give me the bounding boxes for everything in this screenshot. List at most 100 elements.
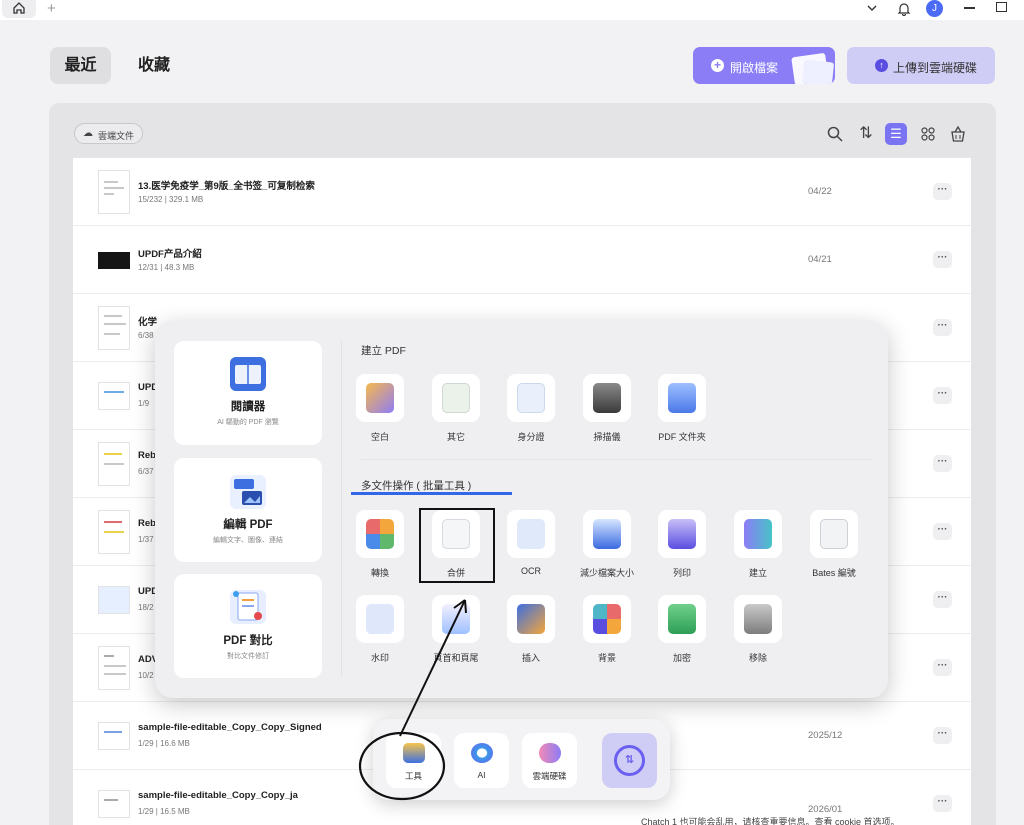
- encrypt-label: 加密: [672, 653, 691, 663]
- maximize-icon[interactable]: [996, 2, 1007, 12]
- file-meta: 12/31 | 48.3 MB: [138, 263, 195, 272]
- edit-pdf-title: 編輯 PDF: [223, 519, 273, 531]
- encrypt-tile[interactable]: [658, 595, 706, 643]
- file-thumbnail: [98, 510, 130, 554]
- tab-favorites[interactable]: 收藏: [124, 47, 184, 84]
- convert-tile[interactable]: [356, 510, 404, 558]
- bell-icon[interactable]: [897, 1, 911, 19]
- other-label: 其它: [446, 432, 465, 442]
- pdf-folder-label: PDF 文件夾: [658, 432, 706, 442]
- file-row[interactable]: 13.医学免疫学_第9版_全书签_可复制检索 15/232 | 329.1 MB…: [73, 158, 971, 226]
- upload-cloud-button[interactable]: ↑ 上傳到雲端硬碟: [847, 47, 995, 84]
- background-tile[interactable]: [583, 595, 631, 643]
- search-icon[interactable]: [824, 123, 846, 145]
- more-options-button[interactable]: ···: [933, 387, 952, 404]
- remove-label: 移除: [748, 653, 767, 663]
- file-date: 2025/12: [808, 730, 843, 741]
- cloud-docs-label: 雲端文件: [98, 131, 135, 141]
- sort-icon[interactable]: ⇅: [855, 123, 877, 145]
- file-date: 04/21: [808, 254, 832, 265]
- other-files-icon: [442, 383, 470, 413]
- edit-pdf-card[interactable]: 編輯 PDF 編輯文字、圖像、連結: [174, 458, 322, 562]
- sync-dock-button[interactable]: ⇅: [602, 733, 657, 788]
- file-thumbnail: [98, 306, 130, 350]
- tools-dock-button[interactable]: 工具: [386, 733, 441, 788]
- tab-recent[interactable]: 最近: [50, 47, 111, 84]
- basket-icon[interactable]: [947, 123, 969, 145]
- file-row[interactable]: UPDF产品介紹 12/31 | 48.3 MB 04/21 ···: [73, 226, 971, 294]
- more-options-button[interactable]: ···: [933, 591, 952, 608]
- file-meta: 15/232 | 329.1 MB: [138, 195, 204, 204]
- more-options-button[interactable]: ···: [933, 659, 952, 676]
- bates-numbering-icon: [820, 519, 848, 549]
- file-meta: 6/38: [138, 331, 154, 340]
- file-meta: 1/29 | 16.6 MB: [138, 739, 190, 748]
- more-options-button[interactable]: ···: [933, 523, 952, 540]
- home-tab[interactable]: [2, 0, 36, 18]
- merge-highlight-box: [419, 508, 495, 583]
- header-footer-icon: [442, 604, 470, 634]
- ocr-tile[interactable]: [507, 510, 555, 558]
- more-options-button[interactable]: ···: [933, 319, 952, 336]
- lock-icon: [668, 604, 696, 634]
- grid-view-icon[interactable]: [917, 123, 939, 145]
- cloud-docs-filter[interactable]: ☁ 雲端文件: [74, 123, 143, 144]
- edit-text-icon: [230, 475, 266, 509]
- more-options-button[interactable]: ···: [933, 183, 952, 200]
- blank-pdf-tile[interactable]: [356, 374, 404, 422]
- watermark-tile[interactable]: [356, 595, 404, 643]
- more-options-button[interactable]: ···: [933, 727, 952, 744]
- new-tab-plus-icon[interactable]: +: [47, 1, 56, 16]
- insert-label: 插入: [521, 653, 540, 663]
- ai-dock-button[interactable]: AI: [454, 733, 509, 788]
- create-batch-tile[interactable]: [734, 510, 782, 558]
- chevron-down-icon[interactable]: [866, 2, 878, 17]
- other-tile[interactable]: [432, 374, 480, 422]
- compress-tile[interactable]: [583, 510, 631, 558]
- file-name: sample-file-editable_Copy_Copy_Signed: [138, 722, 322, 733]
- trash-icon: [744, 604, 772, 634]
- compress-label: 減少檔案大小: [579, 568, 634, 578]
- pdf-folder-tile[interactable]: [658, 374, 706, 422]
- ocr-icon: [517, 519, 545, 549]
- file-thumbnail: [98, 646, 130, 690]
- reader-card[interactable]: 閱讀器 AI 驅動的 PDF 瀏覽: [174, 341, 322, 445]
- user-avatar[interactable]: J: [926, 0, 943, 17]
- file-name: 化学: [138, 317, 158, 328]
- scanner-label: 掃描儀: [593, 432, 621, 442]
- print-tile[interactable]: [658, 510, 706, 558]
- id-card-icon: [517, 383, 545, 413]
- footer-note: Chatch 1 也可能会乱用，请核查重要信息。查看 cookie 首选项。: [641, 817, 900, 825]
- list-view-icon[interactable]: ☰: [885, 123, 907, 145]
- header-footer-tile[interactable]: [432, 595, 480, 643]
- background-icon: [593, 604, 621, 634]
- scanner-icon: [593, 383, 621, 413]
- pdf-compare-card[interactable]: PDF 對比 對比文件修訂: [174, 574, 322, 678]
- popup-divider: [341, 341, 342, 677]
- cloud-dock-button[interactable]: 雲端硬碟: [522, 733, 577, 788]
- reader-title: 閱讀器: [230, 401, 266, 413]
- file-meta: 6/37: [138, 467, 154, 476]
- bates-label: Bates 編號: [812, 568, 856, 578]
- id-card-tile[interactable]: [507, 374, 555, 422]
- more-options-button[interactable]: ···: [933, 795, 952, 812]
- create-pdf-heading: 建立 PDF: [361, 345, 406, 357]
- open-file-button[interactable]: + 開啟檔案: [693, 47, 835, 84]
- file-name: 13.医学免疫学_第9版_全书签_可复制检索: [138, 181, 315, 192]
- watermark-label: 水印: [370, 653, 389, 663]
- insert-tile[interactable]: [507, 595, 555, 643]
- remove-tile[interactable]: [734, 595, 782, 643]
- toolbox-icon: [403, 743, 425, 763]
- bates-tile[interactable]: [810, 510, 858, 558]
- more-options-button[interactable]: ···: [933, 455, 952, 472]
- minimize-icon[interactable]: [964, 7, 975, 9]
- file-thumbnail: [98, 252, 130, 269]
- print-label: 列印: [672, 568, 691, 578]
- blank-label: 空白: [370, 432, 389, 442]
- file-meta: 1/37: [138, 535, 154, 544]
- more-options-button[interactable]: ···: [933, 251, 952, 268]
- scanner-tile[interactable]: [583, 374, 631, 422]
- background-label: 背景: [597, 653, 616, 663]
- watermark-icon: [366, 604, 394, 634]
- cloud-drive-icon: [539, 743, 561, 763]
